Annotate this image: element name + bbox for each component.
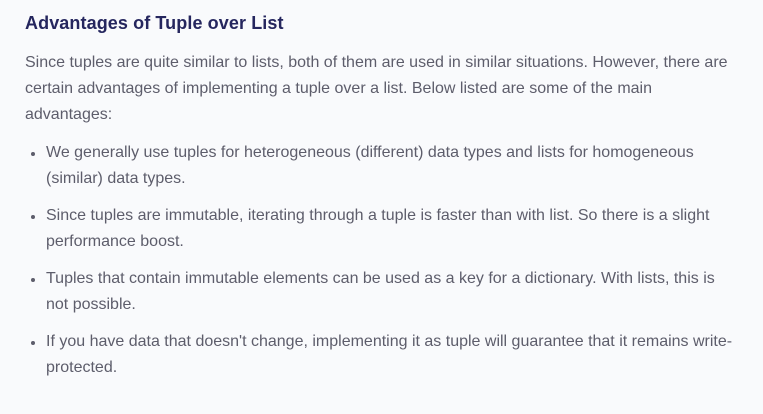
list-item-text: We generally use tuples for heterogeneou… [46,144,694,187]
bullet-dot-icon [31,152,35,156]
list-item-text: Since tuples are immutable, iterating th… [46,207,710,250]
list-item: If you have data that doesn't change, im… [25,329,739,381]
list-item: Tuples that contain immutable elements c… [25,266,739,318]
bullet-dot-icon [31,341,35,345]
section-heading: Advantages of Tuple over List [25,13,284,33]
bullet-dot-icon [31,215,35,219]
list-item: We generally use tuples for heterogeneou… [25,140,739,192]
list-item: Since tuples are immutable, iterating th… [25,203,739,255]
article-section: Advantages of Tuple over List Since tupl… [0,0,763,414]
intro-paragraph: Since tuples are quite similar to lists,… [25,54,728,123]
list-item-text: Tuples that contain immutable elements c… [46,270,715,313]
bullet-dot-icon [31,278,35,282]
advantages-list: We generally use tuples for heterogeneou… [25,140,739,381]
list-item-text: If you have data that doesn't change, im… [46,333,733,376]
